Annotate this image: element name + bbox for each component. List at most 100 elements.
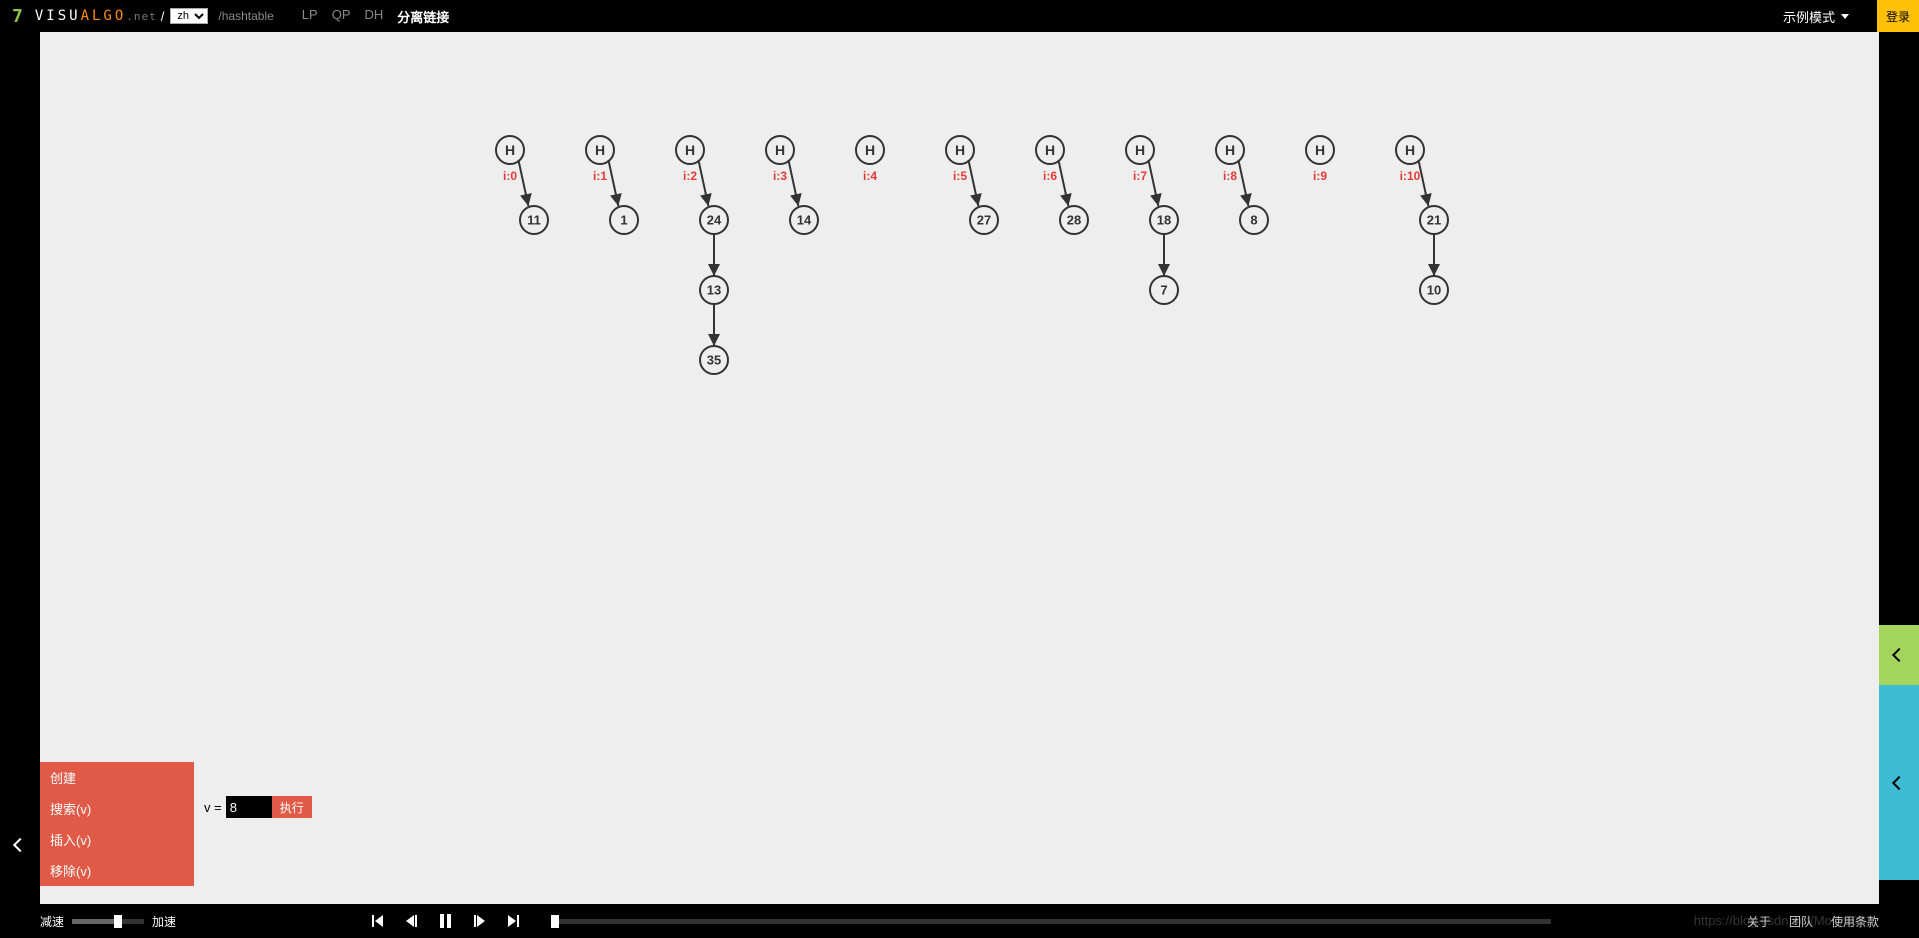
svg-text:H: H xyxy=(1225,142,1235,158)
menu-create[interactable]: 创建 xyxy=(40,762,194,793)
svg-text:35: 35 xyxy=(707,353,721,368)
bucket-head[interactable]: H xyxy=(1036,136,1064,164)
menu-search[interactable]: 搜索(v) xyxy=(40,793,194,824)
bucket-index-label: i:9 xyxy=(1313,169,1327,183)
v-label: v = xyxy=(204,800,222,815)
menu-insert[interactable]: 插入(v) xyxy=(40,824,194,855)
footer-team[interactable]: 团队 xyxy=(1789,913,1813,930)
bucket-head[interactable]: H xyxy=(1396,136,1424,164)
page-path[interactable]: /hashtable xyxy=(218,9,273,23)
svg-text:11: 11 xyxy=(527,213,541,228)
chain-node[interactable]: 1 xyxy=(610,206,638,234)
skip-to-start-button[interactable] xyxy=(369,912,387,930)
chain-node[interactable]: 18 xyxy=(1150,206,1178,234)
svg-text:H: H xyxy=(865,142,875,158)
chain-edge xyxy=(788,160,798,206)
login-button[interactable]: 登录 xyxy=(1877,0,1919,32)
svg-text:18: 18 xyxy=(1157,213,1171,228)
playback-bar: 减速 加速 关于 团队 使用条款 xyxy=(0,904,1919,938)
mode-dropdown[interactable]: 示例模式 xyxy=(1783,7,1849,26)
visualization-canvas: Hi:011Hi:11Hi:2241335Hi:314Hi:4Hi:527Hi:… xyxy=(40,32,1879,904)
chain-node[interactable]: 21 xyxy=(1420,206,1448,234)
footer-links: 关于 团队 使用条款 xyxy=(1747,913,1879,930)
probe-mode-tabs: LP QP DH 分离链接 xyxy=(302,7,450,26)
chain-node[interactable]: 35 xyxy=(700,346,728,374)
step-forward-button[interactable] xyxy=(471,912,489,930)
chain-edge xyxy=(608,160,618,206)
chain-edge xyxy=(1238,160,1248,206)
chain-node[interactable]: 11 xyxy=(520,206,548,234)
tab-dh[interactable]: DH xyxy=(365,7,384,26)
chain-node[interactable]: 28 xyxy=(1060,206,1088,234)
chain-node[interactable]: 7 xyxy=(1150,276,1178,304)
hashtable-svg: Hi:011Hi:11Hi:2241335Hi:314Hi:4Hi:527Hi:… xyxy=(40,32,1879,904)
chevron-left-icon xyxy=(13,838,27,852)
chain-node[interactable]: 14 xyxy=(790,206,818,234)
speed-slider[interactable] xyxy=(72,919,144,924)
operation-menu: 创建 搜索(v) 插入(v) 移除(v) xyxy=(40,762,194,886)
slow-label: 减速 xyxy=(40,913,64,930)
tab-lp[interactable]: LP xyxy=(302,7,318,26)
chain-node[interactable]: 8 xyxy=(1240,206,1268,234)
svg-text:13: 13 xyxy=(707,283,721,298)
bucket-index-label: i:3 xyxy=(773,169,787,183)
execute-button[interactable]: 执行 xyxy=(272,796,312,818)
svg-text:1: 1 xyxy=(620,213,627,228)
svg-text:H: H xyxy=(505,142,515,158)
value-input-row: v = 执行 xyxy=(204,796,312,818)
bucket-index-label: i:8 xyxy=(1223,169,1237,183)
skip-to-end-button[interactable] xyxy=(505,912,523,930)
slider-thumb[interactable] xyxy=(114,915,122,928)
value-input[interactable] xyxy=(226,796,272,818)
tab-separate-chaining[interactable]: 分离链接 xyxy=(397,7,449,26)
step-back-button[interactable] xyxy=(403,912,421,930)
svg-text:H: H xyxy=(595,142,605,158)
left-panel-toggle[interactable] xyxy=(0,810,40,880)
svg-text:H: H xyxy=(1045,142,1055,158)
fast-label: 加速 xyxy=(152,913,176,930)
svg-text:H: H xyxy=(955,142,965,158)
bucket-head[interactable]: H xyxy=(1306,136,1334,164)
svg-text:24: 24 xyxy=(707,213,722,228)
bucket-head[interactable]: H xyxy=(1126,136,1154,164)
progress-thumb[interactable] xyxy=(551,915,559,928)
bucket-head[interactable]: H xyxy=(1216,136,1244,164)
status-panel-toggle[interactable] xyxy=(1879,625,1919,685)
svg-text:27: 27 xyxy=(977,213,991,228)
mode-label-text: 示例模式 xyxy=(1783,7,1835,26)
chain-node[interactable]: 13 xyxy=(700,276,728,304)
chain-edge xyxy=(1148,160,1158,206)
chain-node[interactable]: 24 xyxy=(700,206,728,234)
bucket-head[interactable]: H xyxy=(766,136,794,164)
progress-bar[interactable] xyxy=(551,919,1551,924)
slash-separator: / xyxy=(161,9,165,24)
chain-edge xyxy=(518,160,528,206)
bucket-index-label: i:10 xyxy=(1400,169,1421,183)
menu-remove[interactable]: 移除(v) xyxy=(40,855,194,886)
bucket-head[interactable]: H xyxy=(856,136,884,164)
tab-qp[interactable]: QP xyxy=(332,7,351,26)
chain-node[interactable]: 10 xyxy=(1420,276,1448,304)
chevron-left-icon xyxy=(1892,648,1906,662)
codetrace-panel-toggle[interactable] xyxy=(1879,685,1919,880)
top-header: 7 VISUALGO.net / zh /hashtable LP QP DH … xyxy=(0,0,1919,32)
svg-text:7: 7 xyxy=(1160,283,1167,298)
header-logo-number: 7 xyxy=(12,6,23,27)
footer-terms[interactable]: 使用条款 xyxy=(1831,913,1879,930)
bucket-head[interactable]: H xyxy=(586,136,614,164)
bucket-index-label: i:2 xyxy=(683,169,697,183)
playback-controls xyxy=(369,912,1551,930)
bucket-head[interactable]: H xyxy=(676,136,704,164)
chain-edge xyxy=(968,160,978,206)
bucket-head[interactable]: H xyxy=(946,136,974,164)
svg-text:8: 8 xyxy=(1250,213,1257,228)
pause-button[interactable] xyxy=(437,912,455,930)
brand-algo: ALGO xyxy=(81,8,127,24)
bucket-index-label: i:4 xyxy=(863,169,877,183)
chain-node[interactable]: 27 xyxy=(970,206,998,234)
bucket-head[interactable]: H xyxy=(496,136,524,164)
language-select[interactable]: zh xyxy=(170,8,208,24)
footer-about[interactable]: 关于 xyxy=(1747,913,1771,930)
brand-name[interactable]: VISUALGO.net xyxy=(35,8,157,24)
chain-edge xyxy=(1058,160,1068,206)
